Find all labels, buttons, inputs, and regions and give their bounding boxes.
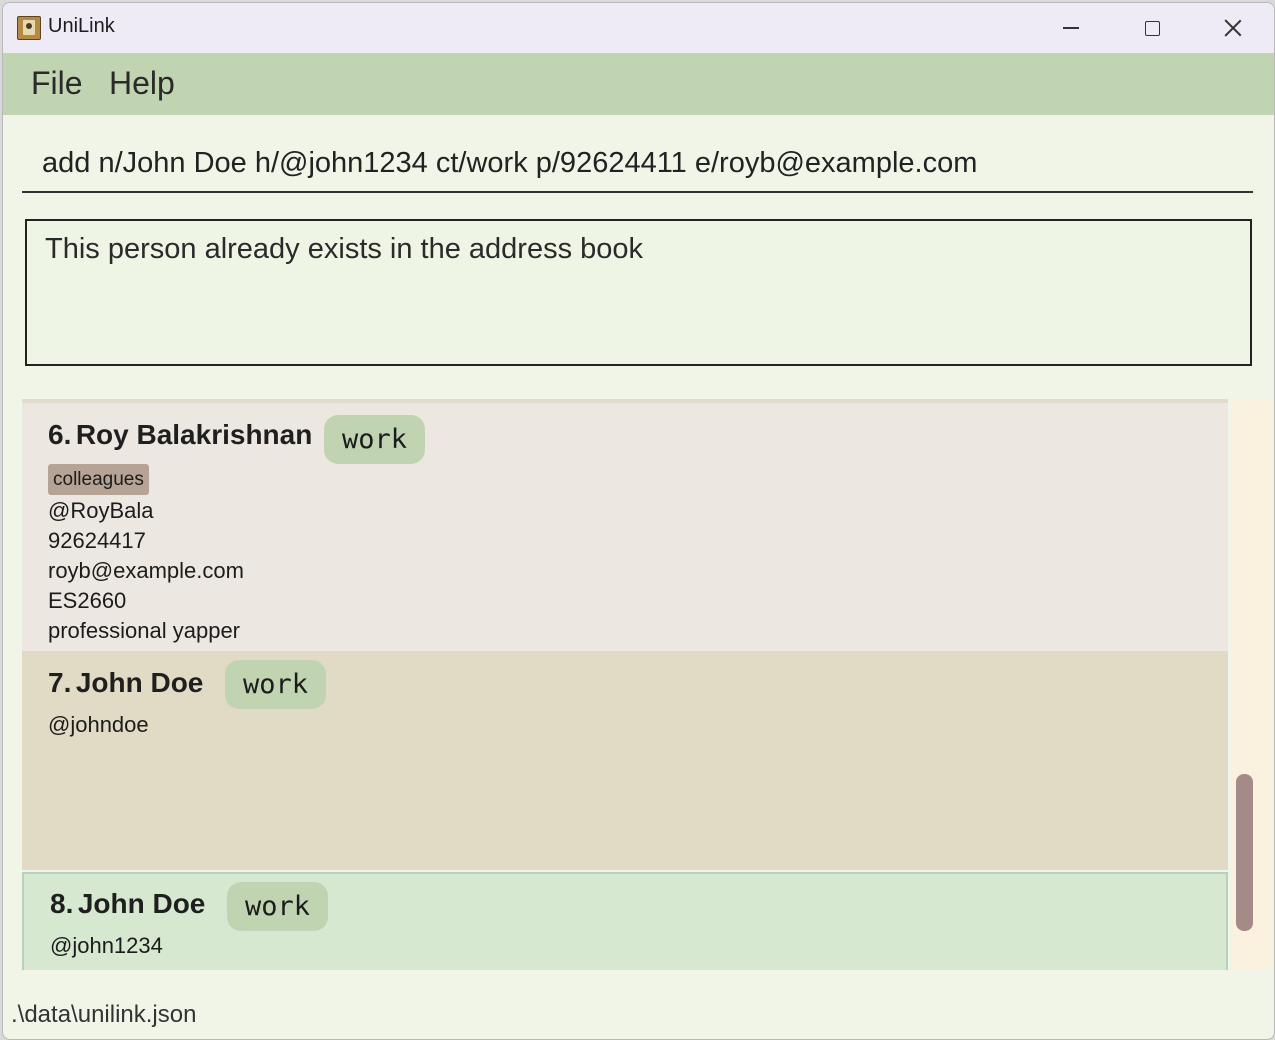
result-display: This person already exists in the addres… [25,219,1252,366]
contact-card-selected[interactable]: 8. John Doe work @john1234 [22,872,1228,970]
contact-type-badge: work [227,882,328,931]
contact-card[interactable]: 7. John Doe work @johndoe [22,651,1228,870]
close-button[interactable] [1193,3,1273,53]
app-icon [17,16,41,40]
close-icon [1224,19,1242,37]
menu-bar: File Help [3,53,1274,115]
app-window: UniLink File Help add n/John Doe h/@john… [2,2,1275,1040]
menu-help[interactable]: Help [109,65,175,102]
contact-name-line: 7. John Doe [48,667,203,699]
contact-name: Roy Balakrishnan [75,419,313,450]
contact-phone: 92624417 [48,528,146,553]
contact-name-line: 6. Roy Balakrishnan [48,419,312,451]
contact-index: 7. [48,667,72,698]
contact-list[interactable]: 6. Roy Balakrishnan work colleagues @Roy… [22,399,1271,970]
contact-index: 8. [50,888,74,919]
window-title: UniLink [48,15,115,37]
contact-type-badge: work [225,660,326,709]
contact-handle: @john1234 [50,933,163,958]
maximize-button[interactable] [1112,3,1192,53]
command-input[interactable]: add n/John Doe h/@john1234 ct/work p/926… [22,135,1253,193]
contact-handle: @RoyBala [48,498,154,523]
contact-module: ES2660 [48,588,127,613]
contact-card[interactable]: 6. Roy Balakrishnan work colleagues @Roy… [22,403,1228,651]
contact-name: John Doe [77,888,206,919]
contact-email: royb@example.com [48,558,244,583]
contact-tag: colleagues [48,464,149,495]
menu-file[interactable]: File [31,65,83,102]
status-bar-path: .\data\unilink.json [11,1001,197,1028]
minimize-button[interactable] [1031,3,1111,53]
title-bar[interactable]: UniLink [3,3,1274,53]
contact-type-badge: work [324,415,425,464]
contact-remark: professional yapper [48,618,241,643]
result-message: This person already exists in the addres… [45,233,644,265]
contact-name-line: 8. John Doe [50,888,205,920]
contact-handle: @johndoe [48,712,149,737]
contact-index: 6. [48,419,72,450]
scrollbar-thumb[interactable] [1236,774,1253,931]
minimize-icon [1063,27,1079,29]
maximize-icon [1144,20,1160,36]
contact-name: John Doe [75,667,204,698]
